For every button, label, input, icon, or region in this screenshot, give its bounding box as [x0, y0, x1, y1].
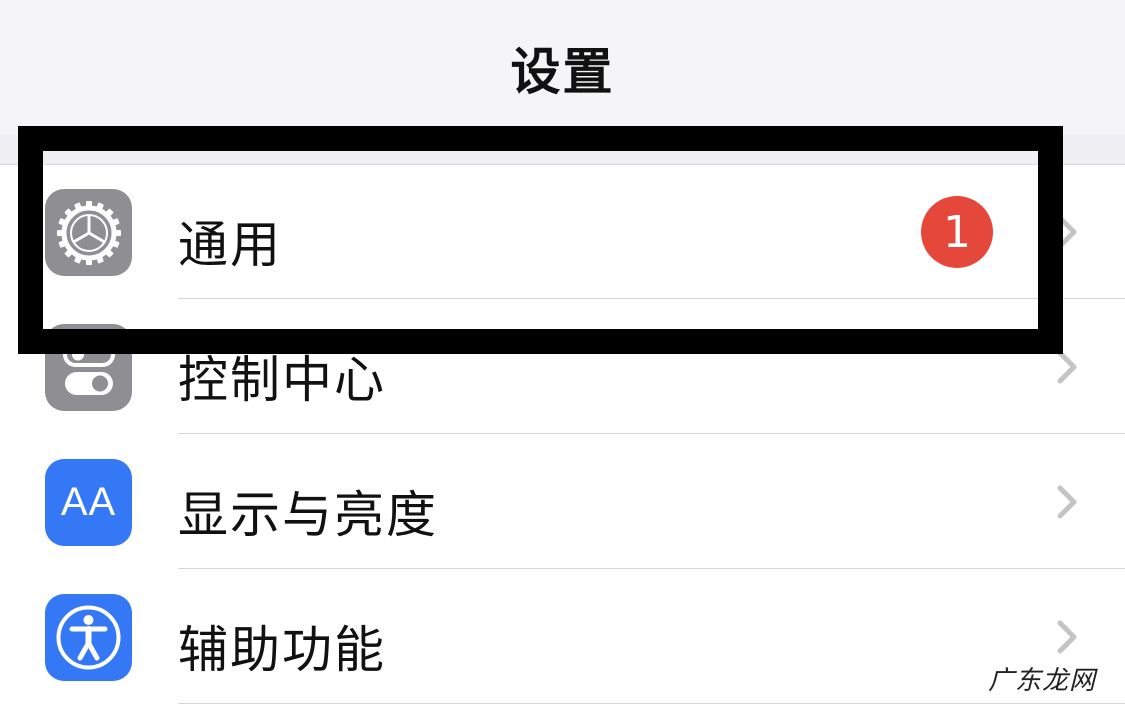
row-separator	[178, 568, 1125, 569]
chevron-right-icon	[1057, 485, 1077, 519]
row-separator	[178, 433, 1125, 434]
settings-row-display-brightness[interactable]: AA 显示与亮度	[0, 435, 1125, 570]
settings-row-label: 辅助功能	[178, 621, 386, 679]
settings-row-accessibility[interactable]: 辅助功能	[0, 570, 1125, 705]
settings-row-label: 显示与亮度	[178, 486, 438, 544]
settings-screen: 设置 通用 1 控制中心 AA 显示与亮度 辅助功能 广东龙网	[0, 0, 1125, 707]
accessibility-icon	[45, 594, 132, 681]
text-size-aa-icon: AA	[45, 459, 132, 546]
page-title: 设置	[510, 43, 615, 101]
watermark: 广东龙网	[988, 666, 1097, 696]
navigation-bar: 设置	[0, 0, 1125, 135]
row-separator	[178, 703, 1125, 704]
chevron-right-icon	[1057, 620, 1077, 654]
annotation-highlight-frame	[18, 126, 1063, 354]
